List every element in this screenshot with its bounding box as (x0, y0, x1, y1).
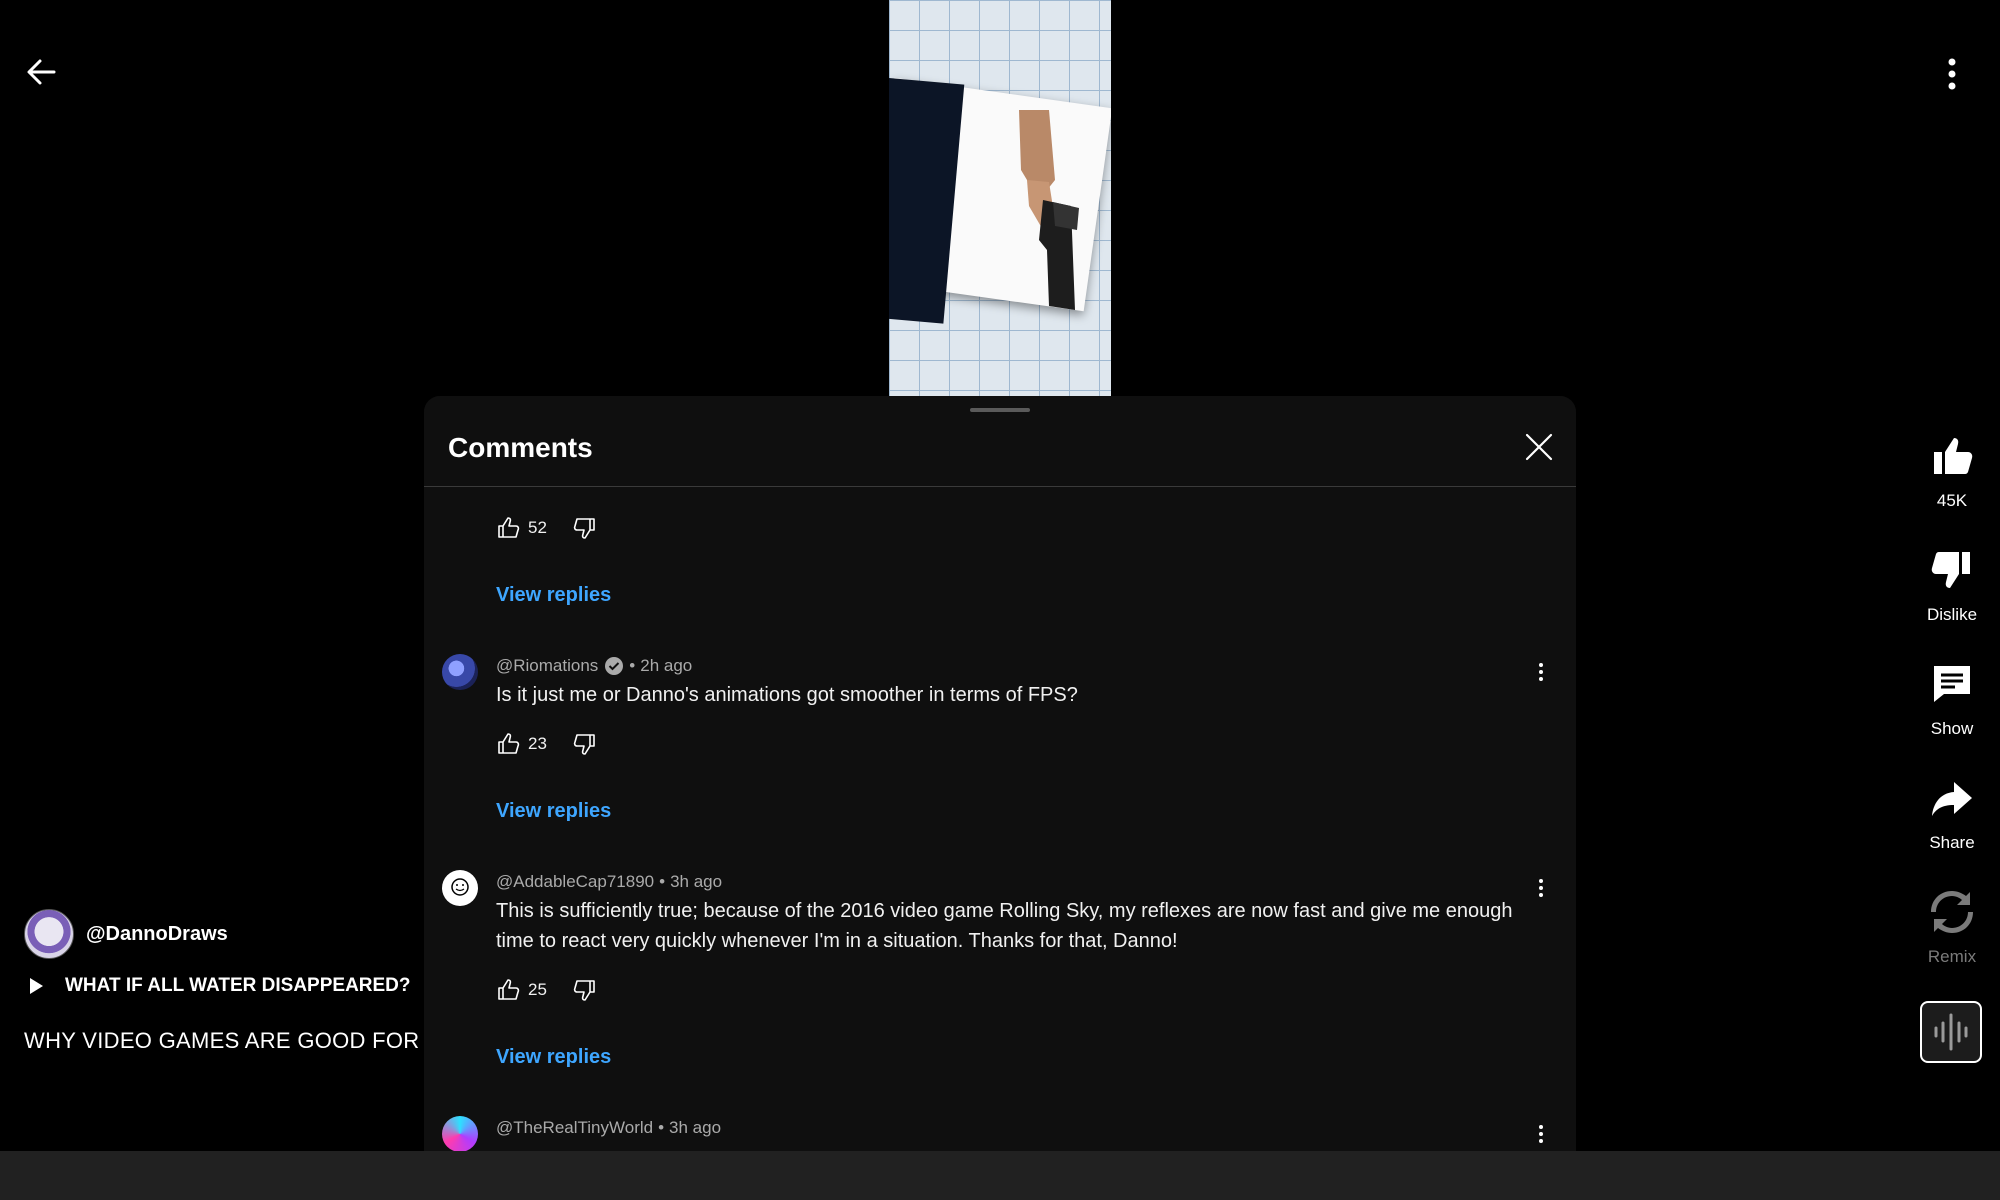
like-button[interactable]: 45K (1900, 432, 2000, 511)
comment-meta: @TheRealTinyWorld • 3h ago (496, 1118, 722, 1138)
comment-icon (1934, 666, 1970, 702)
vertical-dots-icon (1539, 1125, 1543, 1143)
vertical-dots-icon (1539, 879, 1543, 897)
like-count: 25 (528, 980, 547, 999)
comment-text: Is it just me or Danno's animations got … (496, 684, 1078, 706)
vote-row: 52 (496, 516, 597, 540)
thumbs-up-icon[interactable] (496, 732, 520, 756)
share-icon (1932, 782, 1972, 816)
thumbs-up-icon[interactable] (496, 516, 520, 540)
vertical-dots-icon (1539, 663, 1543, 681)
vertical-dots-icon (1948, 58, 1956, 90)
thumbs-down-icon[interactable] (573, 732, 597, 756)
avatar[interactable] (442, 1116, 478, 1152)
close-button[interactable] (1524, 432, 1554, 462)
comments-header: Comments (424, 396, 1576, 487)
remix-button[interactable]: Remix (1900, 888, 2000, 967)
comment-meta: @AddableCap71890 • 3h ago (496, 872, 723, 892)
thumbs-down-icon[interactable] (573, 978, 597, 1002)
pistol-hand-image (1019, 110, 1079, 310)
channel-avatar[interactable] (24, 909, 74, 959)
remix-icon (1931, 891, 1973, 933)
comment-time: 3h ago (669, 1118, 722, 1137)
video-player[interactable] (889, 0, 1111, 396)
view-replies-link[interactable]: View replies (496, 584, 611, 607)
share-label: Share (1929, 833, 1975, 852)
like-count: 45K (1936, 491, 1968, 510)
playlist-link[interactable]: WHAT IF ALL WATER DISAPPEARED? (24, 975, 411, 997)
comment-author[interactable]: @Riomations (496, 656, 598, 676)
comment-menu-button[interactable] (1529, 660, 1553, 684)
like-count: 52 (528, 518, 547, 537)
verified-check-icon (605, 657, 624, 675)
comment-author[interactable]: @AddableCap71890 (496, 872, 654, 892)
comments-panel: Comments ... 52 View replies @Riomations… (424, 396, 1576, 1200)
view-replies-link[interactable]: View replies (496, 800, 611, 823)
close-icon (1525, 433, 1553, 461)
avatar[interactable] (442, 870, 478, 906)
vote-row: 23 (496, 732, 597, 756)
audio-button[interactable] (1920, 1001, 1982, 1063)
comment-time: 2h ago (640, 656, 693, 675)
drag-handle[interactable] (970, 408, 1030, 412)
back-button[interactable] (20, 50, 64, 94)
avatar[interactable] (442, 654, 478, 690)
bottom-navigation-bar (0, 1151, 2000, 1200)
comment-text: This is sufficiently true; because of th… (496, 900, 1513, 952)
comment-author[interactable]: @TheRealTinyWorld (496, 1118, 653, 1138)
more-options-button[interactable] (1930, 52, 1974, 96)
comments-title: Comments (448, 432, 593, 463)
comments-label: Show (1930, 719, 1974, 738)
comment-time: 3h ago (670, 872, 723, 891)
comment-menu-button[interactable] (1529, 876, 1553, 900)
playlist-label: WHAT IF ALL WATER DISAPPEARED? (65, 975, 411, 996)
thumbs-up-icon (1934, 438, 1973, 474)
smiley-avatar-icon (451, 878, 469, 896)
thumbs-down-icon (1931, 552, 1970, 588)
thumbs-up-icon[interactable] (496, 978, 520, 1002)
like-count: 23 (528, 734, 547, 753)
back-arrow-icon (27, 59, 56, 85)
dislike-button[interactable]: Dislike (1900, 546, 2000, 625)
waveform-icon (1934, 1013, 1968, 1051)
share-button[interactable]: Share (1900, 774, 2000, 853)
dislike-label: Dislike (1926, 605, 1978, 624)
comment-meta: @Riomations • 2h ago (496, 656, 693, 676)
play-icon (30, 978, 43, 994)
vote-row: 25 (496, 978, 597, 1002)
comments-button[interactable]: Show (1900, 660, 2000, 739)
channel-info[interactable]: @DannoDraws (24, 909, 228, 959)
comment-menu-button[interactable] (1529, 1122, 1553, 1146)
channel-handle[interactable]: @DannoDraws (86, 923, 228, 946)
video-title[interactable]: WHY VIDEO GAMES ARE GOOD FOR Y (24, 1028, 440, 1054)
view-replies-link[interactable]: View replies (496, 1046, 611, 1069)
thumbs-down-icon[interactable] (573, 516, 597, 540)
remix-label: Remix (1927, 947, 1977, 966)
